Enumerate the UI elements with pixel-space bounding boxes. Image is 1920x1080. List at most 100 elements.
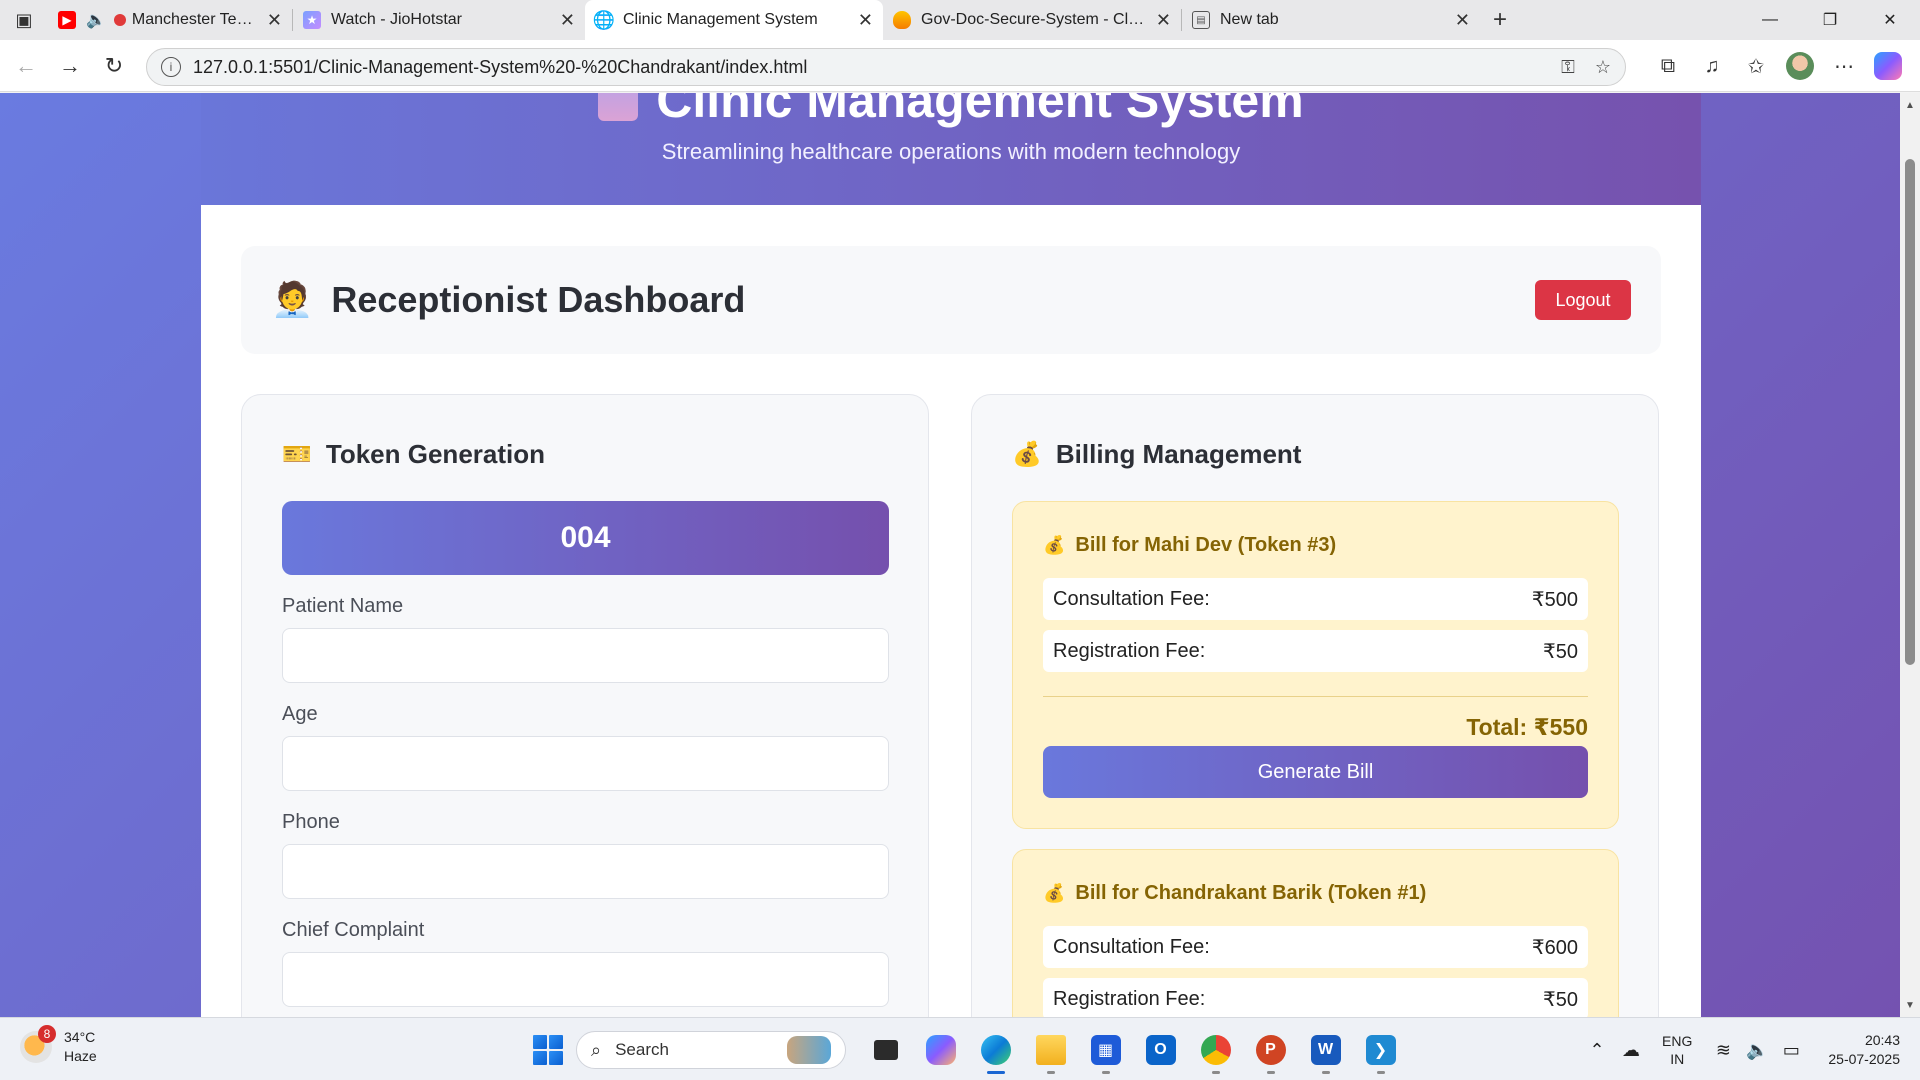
consultation-fee-row: Consultation Fee: ₹600 (1043, 926, 1588, 968)
search-icon: ⌕ (591, 1039, 602, 1060)
minimize-icon[interactable]: — (1740, 0, 1800, 40)
favorite-star-icon[interactable]: ☆ (1595, 57, 1611, 78)
tab-jiohotstar[interactable]: ★ Watch - JioHotstar ✕ (293, 0, 585, 40)
copilot-icon[interactable] (1866, 44, 1910, 88)
media-control-icon[interactable]: ♫ (1690, 44, 1734, 88)
age-label: Age (282, 703, 318, 725)
outlook-icon[interactable]: O (1133, 1026, 1188, 1074)
favorites-icon[interactable]: ✩ (1734, 44, 1778, 88)
file-explorer-icon[interactable] (1023, 1026, 1078, 1074)
billing-management-title: 💰 Billing Management (1012, 439, 1302, 469)
notification-badge: 8 (38, 1025, 56, 1043)
restore-icon[interactable]: ❐ (1800, 0, 1860, 40)
profile-avatar[interactable] (1778, 44, 1822, 88)
refresh-icon[interactable]: ↻ (92, 44, 136, 88)
hero-subtitle: Streamlining healthcare operations with … (661, 139, 1241, 164)
speaker-icon[interactable]: 🔈 (86, 10, 106, 30)
browser-toolbar-right: ⧉ ♫ ✩ ⋯ (1646, 40, 1910, 92)
tab-manchester-test[interactable]: ▶ 🔈 Manchester Test: India Ne ✕ (48, 0, 292, 40)
word-icon[interactable]: W (1298, 1026, 1353, 1074)
hero-title: Clinic Management System (201, 93, 1701, 129)
back-arrow-icon[interactable]: ← (4, 44, 48, 88)
clock[interactable]: 20:43 25-07-2025 (1828, 1031, 1900, 1069)
address-bar[interactable]: i 127.0.0.1:5501/Clinic-Management-Syste… (146, 48, 1626, 86)
browser-tab-bar: ▣ ▶ 🔈 Manchester Test: India Ne ✕ ★ Watc… (0, 0, 1920, 40)
scroll-up-arrow-icon[interactable]: ▲ (1900, 95, 1920, 115)
chief-complaint-input[interactable] (282, 952, 889, 1007)
running-indicator (1321, 1071, 1330, 1074)
microsoft-store-icon[interactable]: ▦ (1078, 1026, 1133, 1074)
more-options-icon[interactable]: ⋯ (1822, 44, 1866, 88)
chrome-icon[interactable] (1188, 1026, 1243, 1074)
onedrive-error-icon[interactable]: ☁ (1614, 1040, 1648, 1061)
phone-input[interactable] (282, 844, 889, 899)
generate-bill-button[interactable]: Generate Bill (1043, 746, 1588, 798)
consultation-fee-row: Consultation Fee: ₹500 (1043, 578, 1588, 620)
age-input[interactable] (282, 736, 889, 791)
scroll-down-arrow-icon[interactable]: ▼ (1900, 995, 1920, 1015)
running-indicator (1211, 1071, 1220, 1074)
running-indicator (1101, 1071, 1110, 1074)
window-controls: — ❐ ✕ (1740, 0, 1920, 40)
tab-gov-doc[interactable]: Gov-Doc-Secure-System - Cloud ✕ (883, 0, 1181, 40)
edge-browser-icon[interactable] (968, 1026, 1023, 1074)
running-indicator (1266, 1071, 1275, 1074)
running-indicator (1376, 1071, 1385, 1074)
token-number-display: 004 (282, 501, 889, 575)
powerpoint-icon[interactable]: P (1243, 1026, 1298, 1074)
close-tab-icon[interactable]: ✕ (1156, 10, 1171, 31)
registration-fee-row: Registration Fee: ₹50 (1043, 978, 1588, 1017)
phone-label: Phone (282, 811, 340, 833)
close-tab-icon[interactable]: ✕ (1455, 10, 1470, 31)
chief-complaint-label: Chief Complaint (282, 919, 425, 941)
close-tab-icon[interactable]: ✕ (267, 10, 282, 31)
weather-temperature: 34°C (64, 1029, 96, 1045)
bill-total: Total: ₹550 (1466, 714, 1588, 740)
wifi-icon[interactable]: ≋ (1706, 1040, 1740, 1061)
close-tab-icon[interactable]: ✕ (858, 10, 873, 31)
language-indicator[interactable]: ENG IN (1662, 1032, 1692, 1068)
key-icon[interactable]: ⚿ (1561, 57, 1575, 78)
page-viewport: Clinic Management System Streamlining he… (0, 93, 1920, 1017)
copilot-app-icon[interactable] (913, 1026, 968, 1074)
app-container: Clinic Management System Streamlining he… (201, 93, 1701, 1017)
logout-button[interactable]: Logout (1535, 280, 1631, 320)
page-scrollbar[interactable]: ▲ ▼ (1900, 93, 1920, 1017)
show-hidden-icons-chevron-icon[interactable]: ⌃ (1580, 1040, 1614, 1061)
tab-clinic-management[interactable]: 🌐 Clinic Management System ✕ (585, 0, 883, 40)
money-bag-icon: 💰 (1043, 883, 1066, 903)
scrollbar-thumb[interactable] (1905, 159, 1915, 665)
hospital-icon (598, 93, 639, 121)
weather-widget[interactable]: 8 34°C Haze (20, 1025, 97, 1066)
active-indicator (986, 1071, 1005, 1074)
patient-name-input[interactable] (282, 628, 889, 683)
tab-actions-icon[interactable]: ▣ (0, 0, 48, 40)
billing-management-card: 💰 Billing Management 💰 Bill for Mahi Dev… (971, 394, 1659, 1017)
newtab-icon: ▤ (1192, 11, 1210, 29)
task-view-icon[interactable] (858, 1026, 913, 1074)
site-info-icon[interactable]: i (161, 57, 181, 77)
youtube-icon: ▶ (58, 11, 76, 29)
volume-icon[interactable]: 🔈 (1740, 1040, 1774, 1061)
close-window-icon[interactable]: ✕ (1860, 0, 1920, 40)
tab-new-tab[interactable]: ▤ New tab ✕ (1182, 0, 1480, 40)
taskbar-apps: ⌕ Search ▦ O P W ❯ (524, 1026, 1408, 1074)
vscode-icon[interactable]: ❯ (1353, 1026, 1408, 1074)
dashboard-title: Receptionist Dashboard (331, 279, 746, 320)
close-tab-icon[interactable]: ✕ (560, 10, 575, 31)
forward-arrow-icon[interactable]: → (48, 44, 92, 88)
patient-name-label: Patient Name (282, 595, 404, 617)
windows-start-icon[interactable] (524, 1026, 572, 1074)
new-tab-button[interactable]: + (1480, 0, 1520, 40)
taskbar-search[interactable]: ⌕ Search (576, 1031, 846, 1069)
browser-nav-bar: ← → ↻ i 127.0.0.1:5501/Clinic-Management… (0, 40, 1920, 92)
money-bag-icon: 💰 (1012, 441, 1042, 468)
clock-time: 20:43 (1864, 1032, 1900, 1048)
bill-card: 💰 Bill for Mahi Dev (Token #3) Consultat… (1012, 501, 1619, 829)
battery-icon[interactable]: ▭ (1774, 1040, 1808, 1061)
weather-haze-icon: 8 (20, 1025, 56, 1063)
url-text[interactable]: 127.0.0.1:5501/Clinic-Management-System%… (193, 57, 1541, 78)
bill-title: 💰 Bill for Chandrakant Barik (Token #1) (1043, 882, 1427, 904)
jiohotstar-icon: ★ (303, 11, 321, 29)
extensions-icon[interactable]: ⧉ (1646, 44, 1690, 88)
